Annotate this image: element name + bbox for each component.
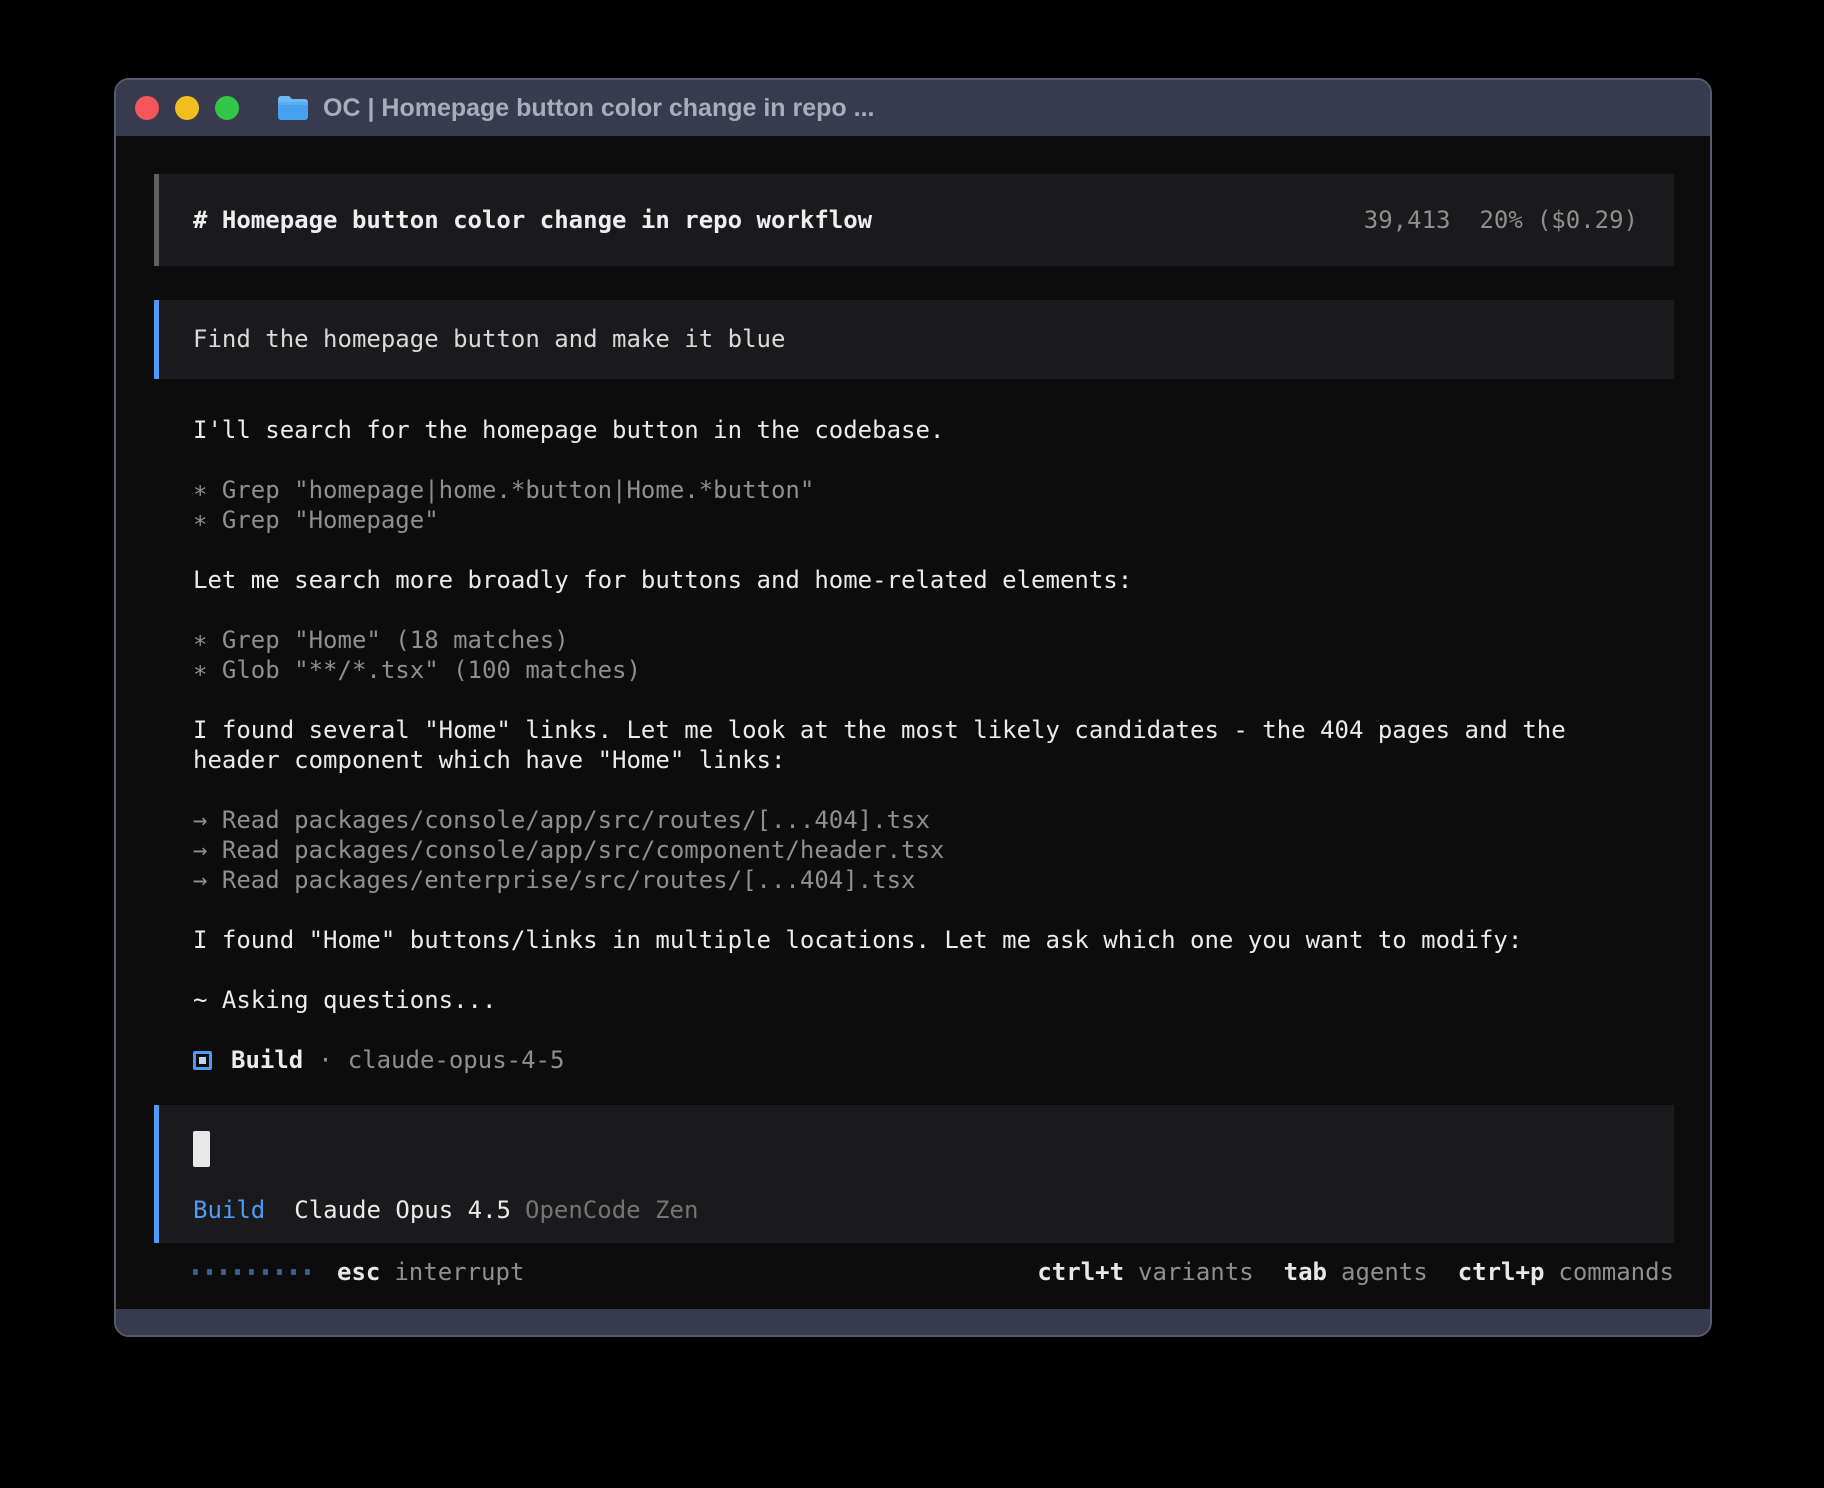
hint-agents: tab agents: [1284, 1257, 1428, 1287]
mode-label[interactable]: Build: [193, 1195, 265, 1225]
user-message-text: Find the homepage button and make it blu…: [193, 325, 785, 353]
assistant-text: I found several "Home" links. Let me loo…: [193, 715, 1623, 775]
session-stats: 39,413 20% ($0.29): [1364, 205, 1638, 235]
conversation: I'll search for the homepage button in t…: [193, 415, 1674, 1015]
tool-call-grep: ∗ Grep "homepage|home.*button|Home.*butt…: [193, 475, 1674, 505]
key-tab: tab: [1284, 1257, 1327, 1287]
zoom-button[interactable]: [215, 96, 239, 120]
tool-call-grep: ∗ Grep "Homepage": [193, 505, 1674, 535]
tool-call-glob: ∗ Glob "**/*.tsx" (100 matches): [193, 655, 1674, 685]
provider-label: OpenCode Zen: [525, 1195, 698, 1225]
key-ctrl-p: ctrl+p: [1458, 1257, 1545, 1287]
status-text: ~ Asking questions...: [193, 985, 1674, 1015]
agent-model: claude-opus-4-5: [348, 1045, 565, 1075]
close-button[interactable]: [135, 96, 159, 120]
hint-label: agents: [1341, 1257, 1428, 1287]
tool-call-read: → Read packages/enterprise/src/routes/[.…: [193, 865, 1674, 895]
context-percentage: 20%: [1479, 205, 1522, 235]
hint-variants: ctrl+t variants: [1037, 1257, 1253, 1287]
agent-name: Build: [231, 1045, 303, 1075]
separator-dot: ·: [318, 1045, 332, 1075]
user-message: Find the homepage button and make it blu…: [154, 300, 1674, 379]
window-titlebar[interactable]: OC | Homepage button color change in rep…: [116, 80, 1710, 136]
hint-label: commands: [1558, 1257, 1674, 1287]
minimize-button[interactable]: [175, 96, 199, 120]
progress-dots: [193, 1269, 310, 1275]
agent-status-line: Build · claude-opus-4-5: [193, 1045, 1674, 1075]
session-header: # Homepage button color change in repo w…: [154, 174, 1674, 266]
status-bar: esc interrupt ctrl+t variants tab agents…: [193, 1257, 1674, 1287]
token-count: 39,413: [1364, 205, 1451, 235]
terminal-window: OC | Homepage button color change in rep…: [114, 78, 1712, 1337]
traffic-lights: [135, 96, 239, 120]
folder-icon: [277, 95, 309, 121]
hint-label: variants: [1138, 1257, 1254, 1287]
prompt-input[interactable]: Build Claude Opus 4.5 OpenCode Zen: [154, 1105, 1674, 1243]
tool-call-grep: ∗ Grep "Home" (18 matches): [193, 625, 1674, 655]
hint-label: interrupt: [394, 1257, 524, 1287]
session-cost: ($0.29): [1537, 205, 1638, 235]
window-bottom-bar: [116, 1309, 1710, 1335]
assistant-text: I found "Home" buttons/links in multiple…: [193, 925, 1674, 955]
tool-call-read: → Read packages/console/app/src/componen…: [193, 835, 1674, 865]
session-title: # Homepage button color change in repo w…: [193, 205, 872, 235]
key-ctrl-t: ctrl+t: [1037, 1257, 1124, 1287]
tool-call-read: → Read packages/console/app/src/routes/[…: [193, 805, 1674, 835]
text-cursor: [193, 1131, 210, 1167]
input-status-line: Build Claude Opus 4.5 OpenCode Zen: [193, 1195, 1638, 1225]
assistant-text: I'll search for the homepage button in t…: [193, 415, 1674, 445]
window-title: OC | Homepage button color change in rep…: [323, 94, 874, 123]
assistant-text: Let me search more broadly for buttons a…: [193, 565, 1674, 595]
key-esc: esc: [337, 1257, 380, 1287]
hint-interrupt: esc interrupt: [337, 1257, 524, 1287]
model-label[interactable]: Claude Opus 4.5: [294, 1195, 511, 1225]
agent-badge-icon: [193, 1051, 212, 1070]
hint-commands: ctrl+p commands: [1458, 1257, 1674, 1287]
terminal-screen: # Homepage button color change in repo w…: [116, 136, 1710, 1309]
